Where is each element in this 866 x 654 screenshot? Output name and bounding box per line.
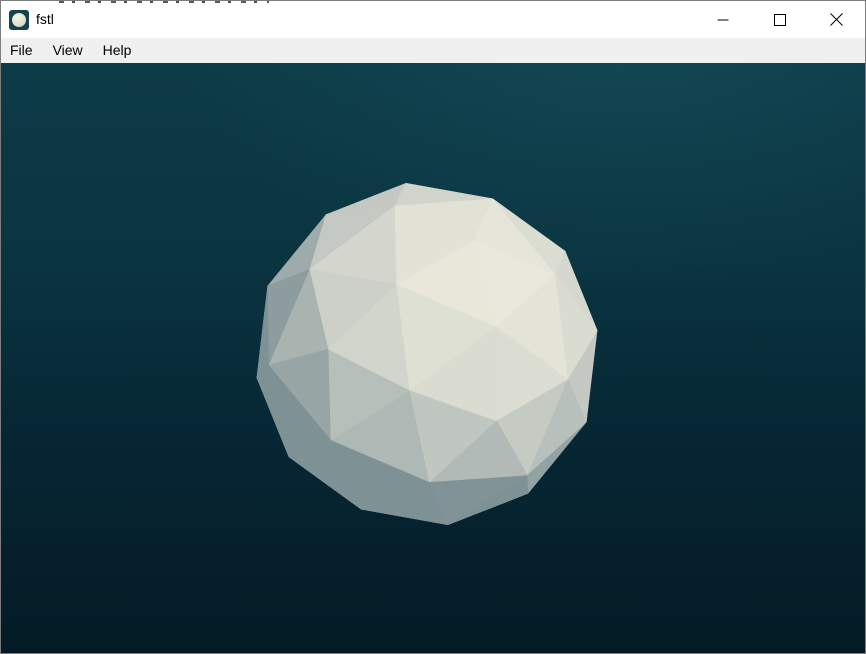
close-button[interactable]: [808, 1, 865, 38]
menu-item-help[interactable]: Help: [93, 38, 142, 63]
minimize-icon: [717, 14, 729, 26]
fstl-window: fstl File View Help: [0, 0, 866, 654]
stl-model-icosphere: [1, 63, 865, 653]
window-controls: [694, 1, 865, 38]
close-icon: [830, 13, 843, 26]
model-viewport[interactable]: [1, 63, 865, 653]
menu-bar: File View Help: [1, 38, 865, 63]
title-bar[interactable]: fstl: [1, 1, 865, 38]
clipped-background-text-artifact: [59, 1, 269, 3]
app-icon-sphere: [12, 13, 26, 27]
maximize-button[interactable]: [751, 1, 808, 38]
fstl-app-icon: [9, 10, 29, 30]
minimize-button[interactable]: [694, 1, 751, 38]
menu-item-view[interactable]: View: [43, 38, 93, 63]
maximize-icon: [774, 14, 786, 26]
menu-item-file[interactable]: File: [1, 38, 43, 63]
window-title: fstl: [36, 1, 54, 38]
